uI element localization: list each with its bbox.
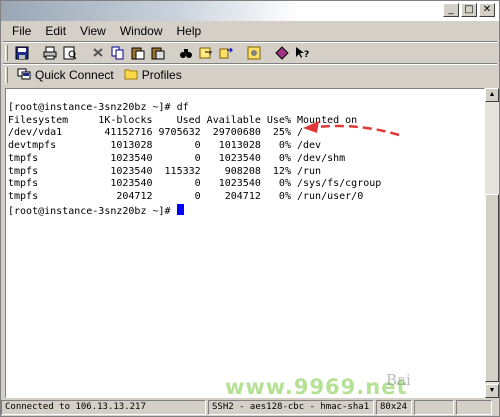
terminal-scrollbar[interactable]: ▲ ▼ [485, 88, 499, 398]
menu-window[interactable]: Window [113, 24, 170, 38]
scroll-thumb[interactable] [485, 194, 499, 382]
status-size: 80x24 [376, 400, 412, 415]
close-button[interactable]: ✕ [479, 3, 495, 17]
menu-edit[interactable]: Edit [38, 24, 73, 38]
menu-bar: File Edit View Window Help [1, 21, 499, 41]
save-icon[interactable] [14, 45, 30, 61]
status-extra [456, 400, 492, 415]
copy-icon[interactable] [110, 45, 126, 61]
annotation-arrow-icon [303, 121, 400, 137]
profiles-label: Profiles [141, 68, 182, 82]
terminal-cursor [176, 203, 184, 215]
keygen-icon[interactable] [198, 45, 214, 61]
print-preview-icon[interactable] [62, 45, 78, 61]
svg-text:?: ? [304, 50, 309, 60]
paste-special-icon[interactable] [150, 45, 166, 61]
print-icon[interactable] [42, 45, 58, 61]
scroll-up-icon[interactable]: ▲ [485, 88, 499, 102]
terminal-prompt: [root@instance-3snz20bz ~]# [8, 205, 177, 217]
profiles-icon[interactable] [274, 45, 290, 61]
app-window: _ □ ✕ File Edit View Window Help ? Quick… [0, 0, 500, 417]
menu-help[interactable]: Help [170, 24, 209, 38]
terminal-line: tmpfs 1023540 0 1023540 0% /sys/fs/cgrou… [8, 178, 382, 190]
terminal-line: tmpfs 1023540 115332 908208 12% /run [8, 165, 322, 177]
menu-view[interactable]: View [73, 24, 113, 38]
paste-icon[interactable] [130, 45, 146, 61]
status-cipher: SSH2 - aes128-cbc - hmac-sha1 [208, 400, 374, 415]
watermark-site: Bai [386, 371, 411, 389]
minimize-button[interactable]: _ [443, 3, 459, 17]
file-transfer-icon[interactable] [218, 45, 234, 61]
status-extra [414, 400, 454, 415]
folder-icon [124, 68, 138, 83]
terminal-line: tmpfs 1023540 0 1023540 0% /dev/shm [8, 152, 346, 164]
toolbar-grip[interactable] [5, 45, 8, 61]
help-icon[interactable]: ? [294, 45, 310, 61]
status-connection: Connected to 106.13.13.217 [1, 400, 206, 415]
terminal-pane[interactable]: [root@instance-3snz20bz ~]# df Filesystem… [5, 88, 485, 398]
scroll-down-icon[interactable]: ▼ [485, 384, 499, 398]
watermark: www.9969.net [225, 375, 408, 399]
terminal-line: tmpfs 204712 0 204712 0% /run/user/0 [8, 190, 364, 202]
quick-connect-icon [17, 67, 31, 84]
main-toolbar: ? [5, 43, 312, 63]
find-icon[interactable] [178, 45, 194, 61]
title-bar: _ □ ✕ [1, 1, 499, 21]
profiles-button[interactable]: Profiles [119, 66, 187, 84]
window-controls: _ □ ✕ [443, 3, 495, 17]
quickbar-grip[interactable] [5, 67, 8, 83]
terminal-line: [root@instance-3snz20bz ~]# df [8, 102, 189, 113]
status-bar: Connected to 106.13.13.217 SSH2 - aes128… [1, 399, 499, 416]
maximize-button[interactable]: □ [461, 3, 477, 17]
terminal-prompt-line: [root@instance-3snz20bz ~]# [8, 203, 381, 219]
quick-connect-button[interactable]: Quick Connect [12, 66, 119, 84]
menu-file[interactable]: File [5, 24, 38, 38]
cut-icon[interactable] [90, 45, 106, 61]
quick-bar: Quick Connect Profiles [5, 65, 187, 85]
settings-icon[interactable] [246, 45, 262, 61]
quick-connect-label: Quick Connect [35, 68, 114, 82]
